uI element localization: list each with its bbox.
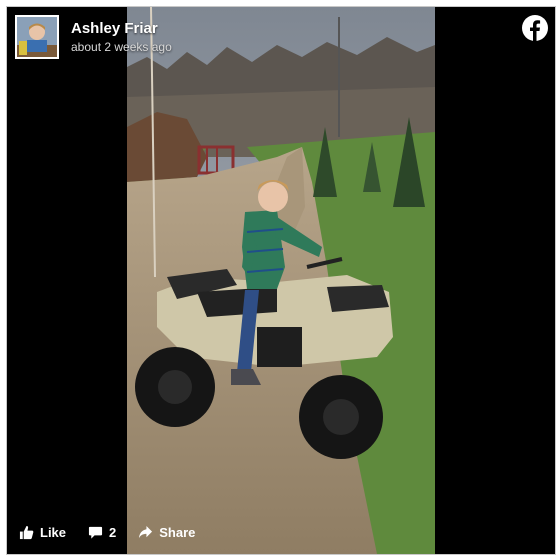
comments-button[interactable]: 2 [88,525,116,540]
post-photo[interactable] [127,7,435,554]
comment-count: 2 [109,525,117,540]
avatar-photo [17,17,57,57]
thumbs-up-icon [19,525,34,540]
share-arrow-icon [139,525,153,539]
post-timestamp[interactable]: about 2 weeks ago [71,39,172,55]
post-meta: Ashley Friar about 2 weeks ago [71,20,172,55]
boy-on-atv-photo [127,7,435,554]
post-actions: Like 2 Share [19,525,217,540]
share-button[interactable]: Share [138,525,195,540]
post-media-frame: Ashley Friar about 2 weeks ago Like 2 Sh… [6,6,556,555]
facebook-logo-icon-graphic [522,15,548,41]
author-name[interactable]: Ashley Friar [71,20,172,38]
like-button[interactable]: Like [19,525,66,540]
comment-bubble-icon [88,526,103,539]
facebook-logo-icon[interactable] [521,14,549,42]
share-label: Share [159,525,196,540]
post-header: Ashley Friar about 2 weeks ago [15,15,172,65]
avatar[interactable] [15,15,59,59]
like-label: Like [40,525,67,540]
